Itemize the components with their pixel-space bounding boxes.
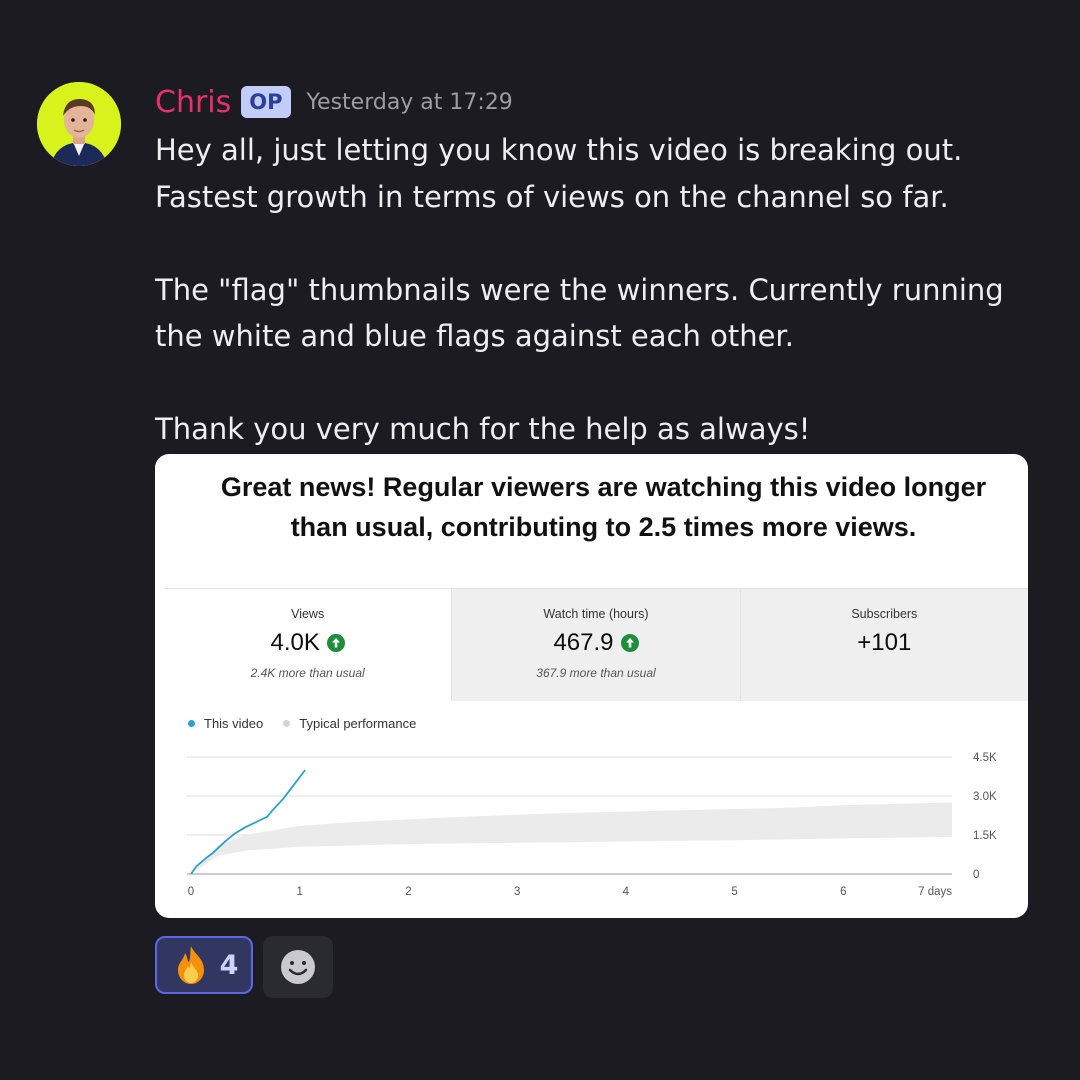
fire-emoji-icon <box>177 946 204 984</box>
x-tick-label: 0 <box>188 886 194 898</box>
smiley-add-icon <box>281 950 315 984</box>
y-tick-label: 4.5K <box>973 752 997 764</box>
reaction-count: 4 <box>219 949 239 981</box>
add-reaction-button[interactable] <box>263 936 333 998</box>
views-chart: 0 1.5K 3.0K 4.5K 0 1 2 3 4 5 6 7 days <box>187 752 997 898</box>
x-tick-label: 2 <box>405 886 411 898</box>
message-text: Hey all, just letting you know this vide… <box>155 133 1004 446</box>
y-tick-label: 3.0K <box>973 791 997 803</box>
x-tick-label: 7 days <box>918 886 952 898</box>
y-tick-label: 1.5K <box>973 830 997 842</box>
typical-performance-band <box>191 802 952 874</box>
reactions-bar: 4 <box>155 936 333 998</box>
avatar[interactable] <box>37 82 121 166</box>
x-tick-label: 4 <box>623 886 630 898</box>
op-badge: OP <box>241 86 291 118</box>
message-header: Chris OP Yesterday at 17:29 <box>155 82 513 122</box>
username[interactable]: Chris <box>155 85 231 120</box>
reaction-fire[interactable]: 4 <box>155 936 253 994</box>
avatar-portrait <box>37 82 121 166</box>
x-tick-label: 5 <box>731 886 737 898</box>
x-tick-label: 3 <box>514 886 520 898</box>
x-tick-label: 1 <box>297 886 303 898</box>
y-tick-label: 0 <box>973 869 979 881</box>
analytics-screenshot[interactable]: Great news! Regular viewers are watching… <box>155 454 1028 918</box>
timestamp[interactable]: Yesterday at 17:29 <box>307 90 513 115</box>
x-tick-label: 6 <box>840 886 846 898</box>
